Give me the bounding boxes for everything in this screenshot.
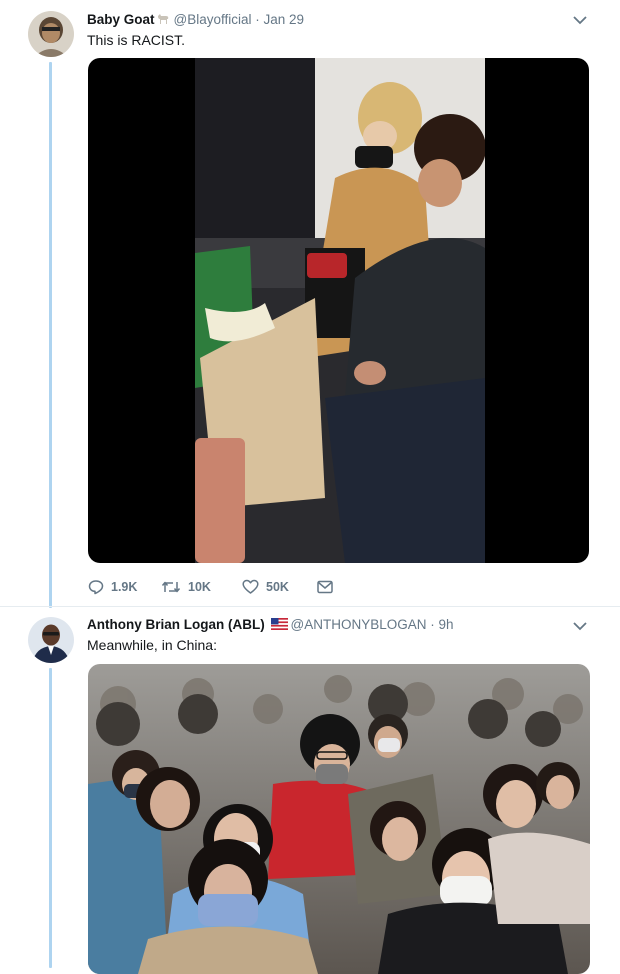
- chevron-down-icon[interactable]: [572, 14, 588, 26]
- us-flag-icon: [270, 617, 288, 630]
- tweet-1-header: Baby Goat @Blayofficial · Jan 29: [87, 11, 304, 28]
- thread-connector-line: [49, 668, 52, 968]
- reply-count: 1.9K: [111, 580, 138, 594]
- thread-connector-line: [49, 62, 52, 608]
- user-handle[interactable]: @ANTHONYBLOGAN: [291, 617, 427, 632]
- tweet-timestamp[interactable]: 9h: [438, 617, 453, 632]
- user-handle[interactable]: @Blayofficial: [174, 12, 252, 27]
- crowd-photo-image: [88, 664, 590, 974]
- dot-separator: ·: [251, 12, 264, 27]
- reply-button[interactable]: 1.9K: [88, 579, 161, 595]
- display-name[interactable]: Anthony Brian Logan (ABL): [87, 617, 265, 632]
- retweet-button[interactable]: 10K: [161, 579, 242, 595]
- goat-emoji-icon: [156, 12, 170, 24]
- tweet-text: Meanwhile, in China:: [87, 637, 217, 653]
- avatar-baby-goat[interactable]: [28, 11, 74, 57]
- envelope-icon: [317, 580, 333, 594]
- video-player[interactable]: [88, 58, 589, 563]
- like-count: 50K: [266, 580, 289, 594]
- dot-separator: ·: [426, 617, 439, 632]
- retweet-count: 10K: [188, 580, 211, 594]
- tweet-photo[interactable]: [88, 664, 590, 974]
- chevron-down-icon[interactable]: [572, 620, 588, 632]
- tweet-divider: [0, 606, 620, 607]
- tweet-timestamp[interactable]: Jan 29: [264, 12, 305, 27]
- display-name[interactable]: Baby Goat: [87, 12, 155, 27]
- tweet-2-header: Anthony Brian Logan (ABL) @ANTHONYBLOGAN…: [87, 616, 454, 633]
- retweet-icon: [161, 581, 181, 593]
- avatar-anthony-brian-logan[interactable]: [28, 617, 74, 663]
- heart-icon: [242, 579, 259, 594]
- tweet-1-actions: 1.9K 10K 50K: [88, 576, 333, 598]
- direct-message-button[interactable]: [317, 580, 333, 594]
- like-button[interactable]: 50K: [242, 579, 317, 595]
- reply-icon: [88, 580, 104, 595]
- tweet-text: This is RACIST.: [87, 32, 186, 48]
- video-frame-image: [195, 58, 485, 563]
